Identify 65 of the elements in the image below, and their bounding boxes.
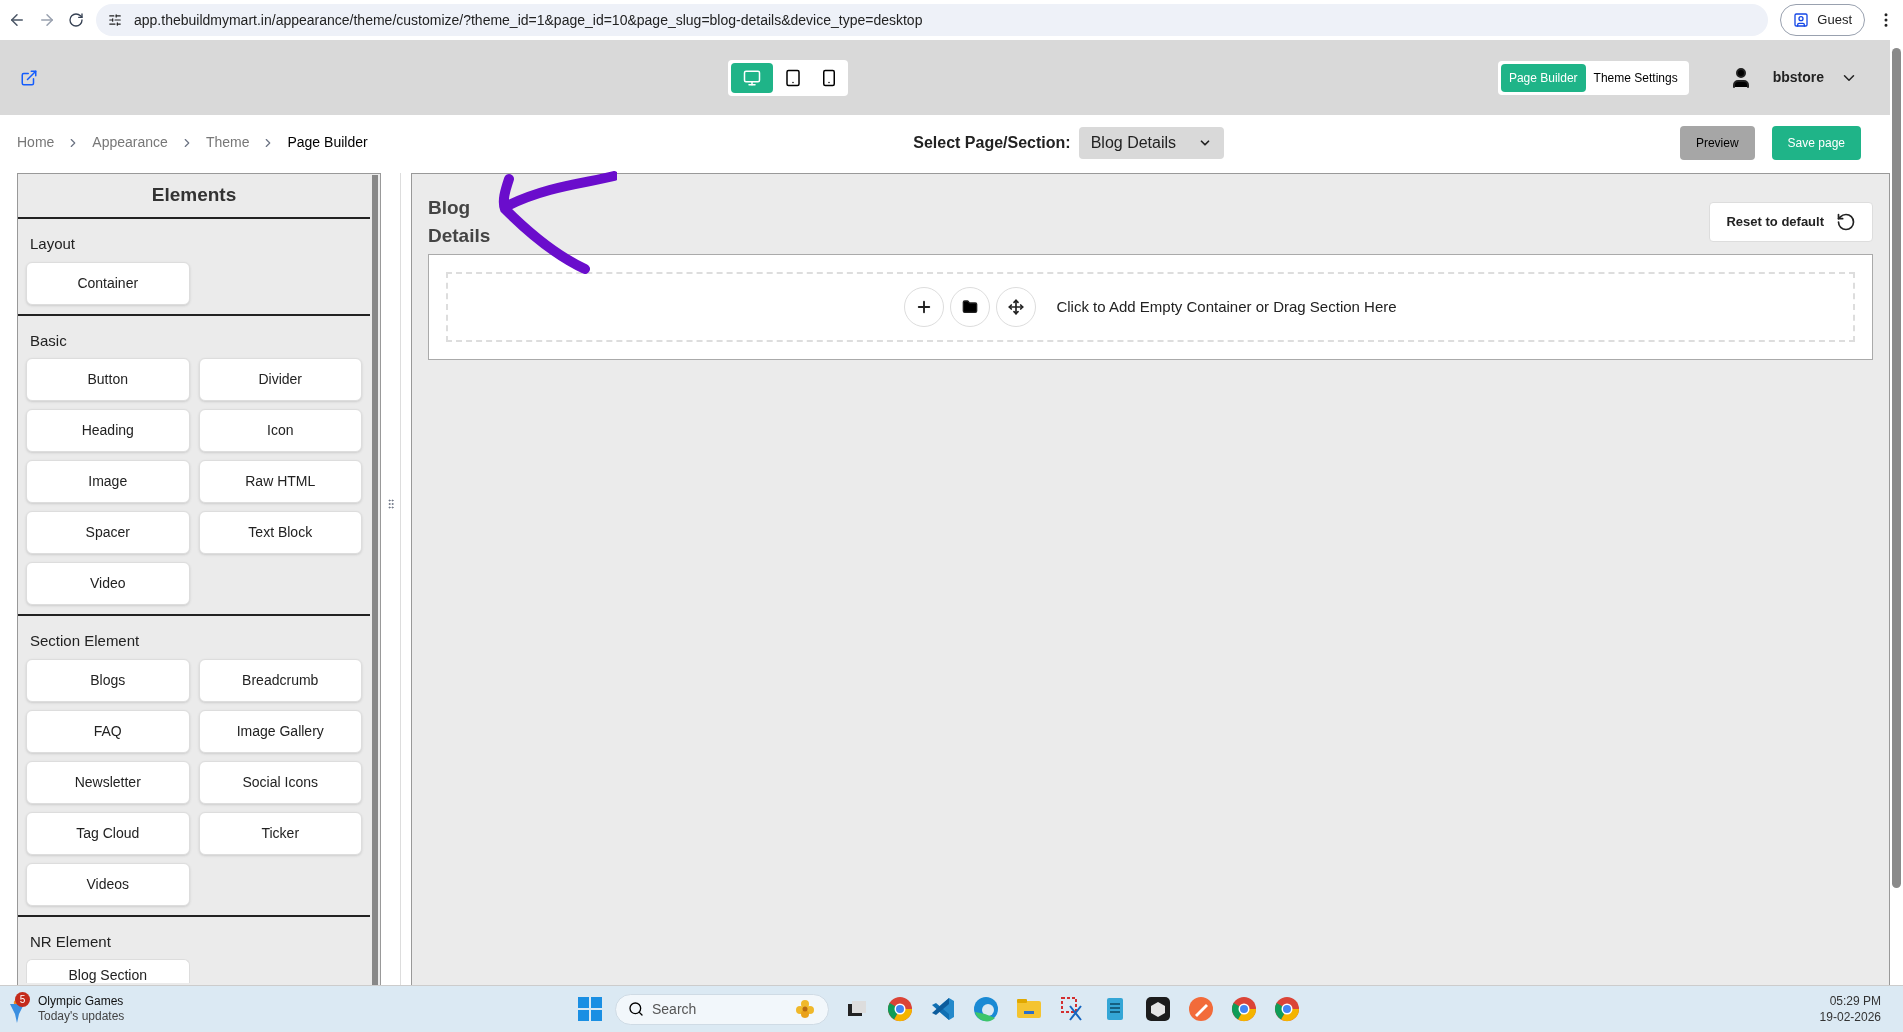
element-button[interactable]: Social Icons — [198, 760, 362, 804]
panel-title: Elements — [18, 174, 370, 219]
flower-icon — [794, 998, 816, 1020]
element-button[interactable]: Container — [26, 261, 190, 305]
element-button[interactable]: Button — [26, 358, 190, 401]
section-heading: Layout — [29, 234, 77, 254]
element-button[interactable]: FAQ — [26, 709, 190, 753]
element-button[interactable]: Videos — [26, 862, 190, 906]
reset-button[interactable]: Reset to default — [1709, 202, 1873, 242]
clock-time[interactable]: 05:29 PM — [1829, 993, 1881, 1009]
reset-icon — [1836, 212, 1856, 232]
element-button[interactable]: Spacer — [26, 511, 190, 554]
edge-browser-icon[interactable] — [971, 994, 1001, 1024]
page-scrollbar[interactable] — [1892, 48, 1901, 888]
address-bar[interactable]: app.thebuildmymart.in/appearance/theme/customize/?theme_id=1&page_id=10&page_slug=blog-details&device_type=desktop — [96, 4, 1769, 36]
preview-button[interactable]: Preview — [1679, 125, 1755, 160]
clock-date[interactable]: 19-02-2026 — [1819, 1009, 1881, 1025]
breadcrumb-link[interactable]: Theme — [205, 132, 250, 153]
section-heading: Section Element — [29, 631, 141, 651]
drop-zone-text: Click to Add Empty Container or Drag Section Here — [1056, 296, 1397, 317]
chrome-icon[interactable] — [1229, 994, 1259, 1024]
drop-zone[interactable]: Click to Add Empty Container or Drag Section Here — [446, 272, 1855, 342]
windows-start-icon[interactable] — [578, 997, 602, 1021]
element-button[interactable]: Divider — [198, 358, 362, 401]
element-button[interactable]: Icon — [198, 409, 362, 452]
forward-icon[interactable] — [38, 11, 56, 29]
chrome-icon[interactable] — [885, 994, 915, 1024]
element-button[interactable]: Ticker — [198, 811, 362, 855]
breadcrumb-link[interactable]: Home — [17, 132, 55, 153]
element-button[interactable]: Image Gallery — [198, 709, 362, 753]
breadcrumb-link[interactable]: Appearance — [92, 132, 168, 153]
element-button[interactable]: Video — [26, 562, 190, 605]
widget-subtitle: Today's updates — [38, 1009, 125, 1024]
back-icon[interactable] — [8, 11, 26, 29]
taskbar-search[interactable]: Search — [615, 993, 829, 1025]
widget-title[interactable]: Olympic Games — [38, 994, 125, 1009]
profile-icon — [1793, 12, 1810, 28]
element-button[interactable]: Text Block — [198, 511, 362, 554]
element-button[interactable]: Tag Cloud — [26, 811, 190, 855]
url-text: app.thebuildmymart.in/appearance/theme/customize/?theme_id=1&page_id=10&page_slug=blog-details&device_type=desktop — [134, 10, 923, 30]
pen-app-icon[interactable] — [1186, 994, 1216, 1024]
user-name[interactable]: bbstore — [1772, 67, 1824, 88]
element-button[interactable]: Raw HTML — [198, 460, 362, 503]
element-button[interactable]: Image — [26, 460, 190, 503]
monitor-icon — [742, 68, 761, 87]
site-settings-icon[interactable] — [108, 13, 122, 27]
search-icon — [628, 1001, 644, 1017]
external-link-icon[interactable] — [20, 68, 38, 87]
chrome-icon[interactable] — [1272, 994, 1302, 1024]
element-button[interactable]: Breadcrumb — [198, 658, 362, 702]
page-select[interactable]: Blog Details — [1078, 126, 1224, 159]
reload-icon[interactable] — [68, 12, 84, 28]
scrollbar-thumb[interactable] — [372, 175, 378, 985]
section-heading: NR Element — [29, 931, 112, 952]
element-button[interactable]: Blog Section — [26, 959, 190, 983]
notification-badge: 5 — [15, 992, 30, 1007]
page-select-label: Select Page/Section: — [913, 132, 1071, 153]
section-heading: Basic — [29, 330, 68, 351]
tablet-icon — [783, 68, 802, 87]
cube-app-icon[interactable] — [1143, 994, 1173, 1024]
element-button[interactable]: Blogs — [26, 658, 190, 702]
element-button[interactable]: Heading — [26, 409, 190, 452]
element-button[interactable]: Newsletter — [26, 760, 190, 804]
header-tab[interactable]: Theme Settings — [1585, 63, 1686, 92]
page-title: Blog Details — [428, 196, 492, 248]
